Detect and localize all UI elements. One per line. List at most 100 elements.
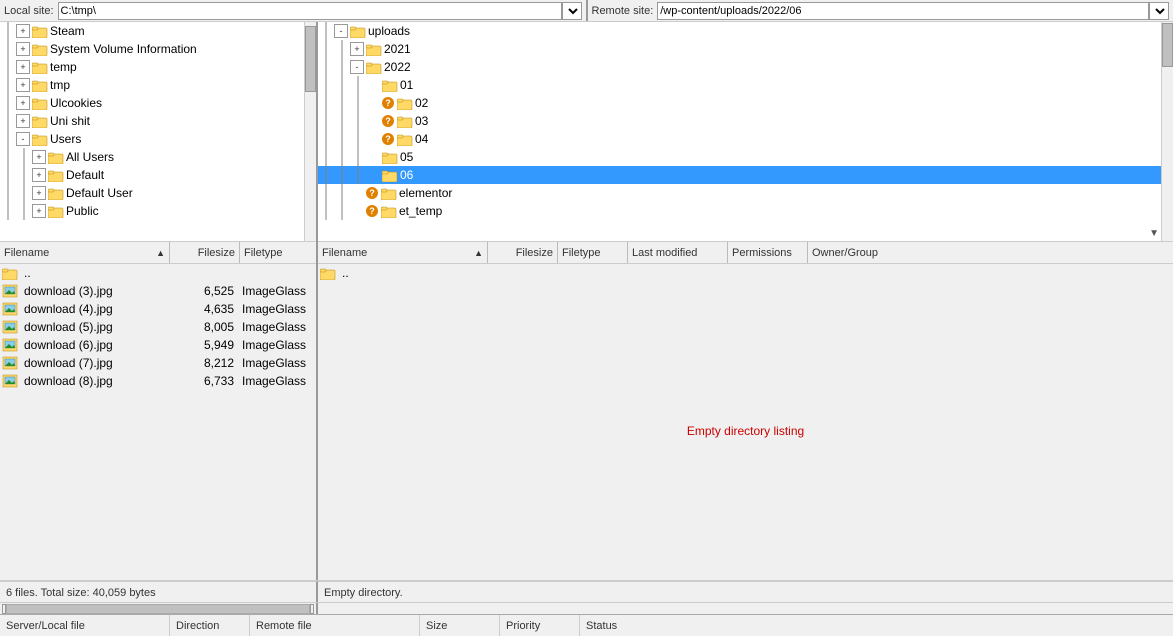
file-row[interactable]: download (6).jpg5,949ImageGlass (0, 336, 316, 354)
local-status-bar: 6 files. Total size: 40,059 bytes (0, 581, 318, 603)
file-row[interactable]: download (3).jpg6,525ImageGlass (0, 282, 316, 300)
tree-item-ettemp[interactable]: ? et_temp (318, 202, 1161, 220)
remote-tree-collapse[interactable]: ▼ (1149, 228, 1159, 239)
remote-col-filetype[interactable]: Filetype (558, 242, 628, 263)
question-badge-ettemp: ? (366, 205, 378, 217)
local-site-bar: Local site: ▼ (0, 0, 588, 21)
remote-tree-scroll[interactable]: - uploads+ 2021- 2022 01? 02? 03? 04 05 … (318, 22, 1173, 241)
tree-item-temp[interactable]: + temp (0, 58, 304, 76)
local-tree-scroll[interactable]: + Steam+ System Volume Information+ temp… (0, 22, 316, 241)
tree-item-public[interactable]: + Public (0, 202, 304, 220)
tree-label-06: 06 (400, 168, 413, 182)
tree-item-2022[interactable]: - 2022 (318, 58, 1161, 76)
remote-col-filesize[interactable]: Filesize (488, 242, 558, 263)
transfer-direction: Direction (170, 615, 250, 636)
remote-col-ownergroup[interactable]: Owner/Group (808, 242, 1173, 263)
transfer-status: Status (580, 615, 1173, 636)
tree-item-2021[interactable]: + 2021 (318, 40, 1161, 58)
tree-item-06[interactable]: 06 (318, 166, 1161, 184)
file-row[interactable]: download (7).jpg8,212ImageGlass (0, 354, 316, 372)
tree-item-03[interactable]: ? 03 (318, 112, 1161, 130)
tree-label-users: Users (50, 132, 81, 146)
expand-ulcookies[interactable]: + (16, 96, 30, 110)
expand-unishit[interactable]: + (16, 114, 30, 128)
tree-item-tmp[interactable]: + tmp (0, 76, 304, 94)
expand-allusers[interactable]: + (32, 150, 46, 164)
local-site-dropdown[interactable]: ▼ (562, 2, 582, 20)
expand-2021[interactable]: + (350, 42, 364, 56)
expand-default[interactable]: + (32, 168, 46, 182)
tree-label-05: 05 (400, 150, 413, 164)
remote-status-text: Empty directory. (324, 587, 403, 599)
file-row[interactable]: download (8).jpg6,733ImageGlass (0, 372, 316, 390)
expand-tmp[interactable]: + (16, 78, 30, 92)
file-icon (0, 320, 20, 334)
remote-site-dropdown[interactable]: ▼ (1149, 2, 1169, 20)
transfer-bar: Server/Local file Direction Remote file … (0, 614, 1173, 636)
local-col-filename[interactable]: Filename ▲ (0, 242, 170, 263)
local-col-filesize[interactable]: Filesize (170, 242, 240, 263)
file-size: 6,733 (168, 374, 238, 388)
tree-item-defaultuser[interactable]: + Default User (0, 184, 304, 202)
tree-item-ulcookies[interactable]: + Ulcookies (0, 94, 304, 112)
question-badge-04: ? (382, 133, 394, 145)
remote-col-permissions[interactable]: Permissions (728, 242, 808, 263)
remote-file-name: .. (338, 266, 486, 280)
remote-file-row[interactable]: .. (318, 264, 1173, 282)
remote-tree-scrollbar[interactable] (1161, 22, 1173, 241)
folder-icon-06 (382, 169, 398, 182)
tree-item-uploads[interactable]: - uploads (318, 22, 1161, 40)
file-icon (0, 302, 20, 316)
file-icon (0, 338, 20, 352)
tree-label-steam: Steam (50, 24, 85, 38)
remote-site-input[interactable] (657, 2, 1149, 20)
transfer-priority: Priority (500, 615, 580, 636)
expand-2022[interactable]: - (350, 60, 364, 74)
file-row[interactable]: download (4).jpg4,635ImageGlass (0, 300, 316, 318)
local-col-filetype[interactable]: Filetype (240, 242, 316, 263)
folder-icon-public (48, 205, 64, 218)
folder-icon-unishit (32, 115, 48, 128)
remote-col-lastmod[interactable]: Last modified (628, 242, 728, 263)
expand-uploads[interactable]: - (334, 24, 348, 38)
tree-item-sysvolinfo[interactable]: + System Volume Information (0, 40, 304, 58)
tree-label-defaultuser: Default User (66, 186, 133, 200)
tree-item-02[interactable]: ? 02 (318, 94, 1161, 112)
main-content: + Steam+ System Volume Information+ temp… (0, 22, 1173, 580)
remote-col-filename[interactable]: Filename ▲ (318, 242, 488, 263)
tree-item-users[interactable]: - Users (0, 130, 304, 148)
tree-item-allusers[interactable]: + All Users (0, 148, 304, 166)
tree-item-05[interactable]: 05 (318, 148, 1161, 166)
expand-sysvolinfo[interactable]: + (16, 42, 30, 56)
remote-status-bar: Empty directory. (318, 581, 1173, 603)
tree-item-steam[interactable]: + Steam (0, 22, 304, 40)
tree-item-01[interactable]: 01 (318, 76, 1161, 94)
tree-label-sysvolinfo: System Volume Information (50, 42, 197, 56)
tree-item-04[interactable]: ? 04 (318, 130, 1161, 148)
local-tree-panel: + Steam+ System Volume Information+ temp… (0, 22, 316, 242)
local-file-header: Filename ▲ Filesize Filetype (0, 242, 316, 264)
folder-icon-05 (382, 151, 398, 164)
folder-icon-01 (382, 79, 398, 92)
expand-steam[interactable]: + (16, 24, 30, 38)
file-icon (0, 356, 20, 370)
remote-file-list[interactable]: .. Empty directory listing (318, 264, 1173, 580)
file-row[interactable]: download (5).jpg8,005ImageGlass (0, 318, 316, 336)
tree-label-unishit: Uni shit (50, 114, 90, 128)
file-row[interactable]: .. (0, 264, 316, 282)
file-name: download (3).jpg (20, 284, 168, 298)
tree-item-elementor[interactable]: ? elementor (318, 184, 1161, 202)
local-hscrollbar[interactable] (0, 603, 318, 614)
expand-temp[interactable]: + (16, 60, 30, 74)
local-tree-scrollbar[interactable] (304, 22, 316, 241)
local-file-list[interactable]: .. download (3).jpg6,525ImageGlass downl… (0, 264, 316, 580)
local-site-input[interactable] (58, 2, 562, 20)
expand-defaultuser[interactable]: + (32, 186, 46, 200)
file-type: ImageGlass (238, 320, 316, 334)
tree-item-unishit[interactable]: + Uni shit (0, 112, 304, 130)
expand-public[interactable]: + (32, 204, 46, 218)
tree-item-default[interactable]: + Default (0, 166, 304, 184)
tree-label-public: Public (66, 204, 99, 218)
expand-users[interactable]: - (16, 132, 30, 146)
tree-label-04: 04 (415, 132, 428, 146)
